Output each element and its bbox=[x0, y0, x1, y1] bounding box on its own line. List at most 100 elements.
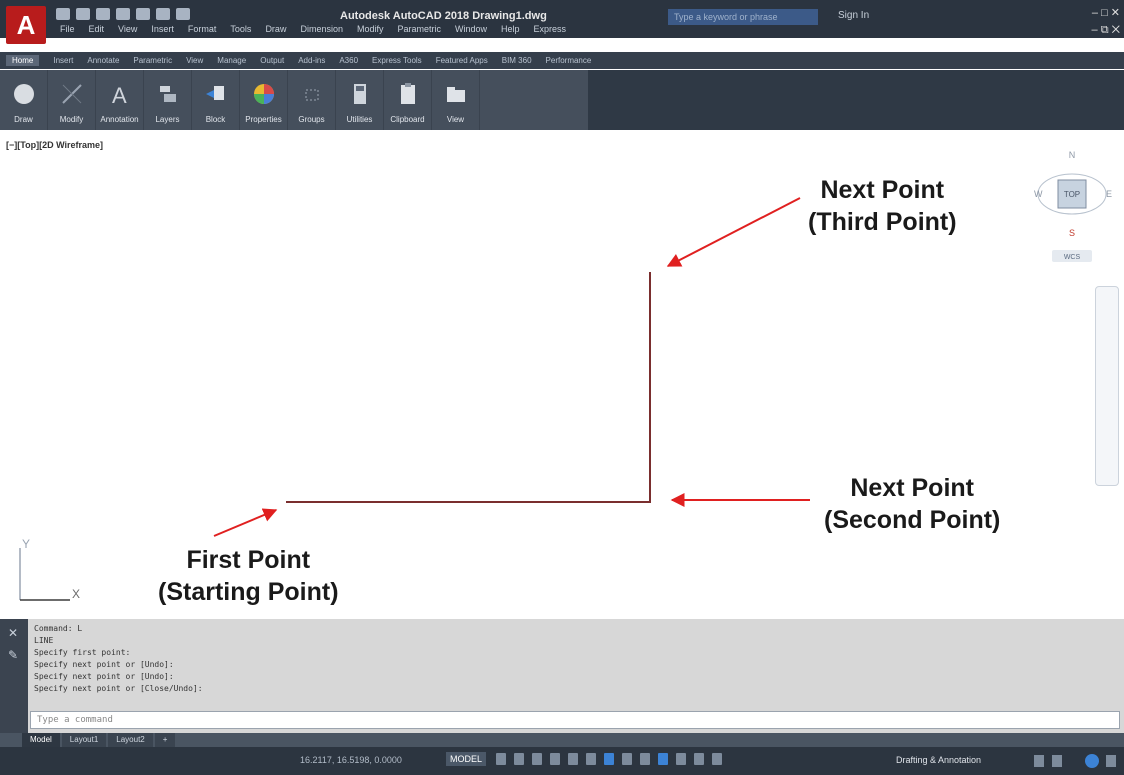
command-history-line: LINE bbox=[34, 636, 54, 645]
command-history-line: Specify next point or [Close/Undo]: bbox=[34, 684, 203, 693]
menu-dimension[interactable]: Dimension bbox=[300, 24, 343, 34]
tab-manage[interactable]: Manage bbox=[217, 56, 246, 65]
command-history-line: Command: L bbox=[34, 624, 83, 633]
menu-modify[interactable]: Modify bbox=[357, 24, 384, 34]
plot-icon[interactable] bbox=[136, 8, 150, 20]
annotation-scale-icon[interactable] bbox=[694, 753, 704, 765]
tab-bim-360[interactable]: BIM 360 bbox=[502, 56, 532, 65]
panel-label-layers: Layers bbox=[155, 115, 180, 124]
drawing-canvas[interactable]: [−][Top][2D Wireframe] N TOP W E S WCS Y… bbox=[0, 136, 1124, 616]
panel-label-modify: Modify bbox=[59, 115, 84, 124]
groups-icon bbox=[299, 81, 325, 107]
tab-a360[interactable]: A360 bbox=[339, 56, 358, 65]
ribbon-tab-bar: Home Insert Annotate Parametric View Man… bbox=[0, 52, 1124, 69]
ribbon-panel-properties[interactable]: Properties bbox=[240, 70, 288, 130]
command-line-handle[interactable]: ✕ ✎ bbox=[0, 619, 28, 733]
window-controls[interactable]: – □ ✕ bbox=[1092, 6, 1120, 19]
ribbon-panel-groups[interactable]: Groups bbox=[288, 70, 336, 130]
sign-in-button[interactable]: Sign In bbox=[838, 10, 869, 21]
wrench-icon: ✎ bbox=[8, 648, 18, 662]
command-history-line: Specify next point or [Undo]: bbox=[34, 660, 174, 669]
block-icon bbox=[203, 81, 229, 107]
menu-help[interactable]: Help bbox=[501, 24, 520, 34]
search-input[interactable]: Type a keyword or phrase bbox=[668, 9, 818, 25]
save-icon[interactable] bbox=[96, 8, 110, 20]
ortho-icon[interactable] bbox=[550, 753, 560, 765]
save-as-icon[interactable] bbox=[116, 8, 130, 20]
quick-access-toolbar bbox=[56, 8, 190, 20]
tab-express-tools[interactable]: Express Tools bbox=[372, 56, 422, 65]
callout-second-point-line2: (Second Point) bbox=[824, 506, 1001, 534]
menu-format[interactable]: Format bbox=[188, 24, 217, 34]
ribbon-panel-layers[interactable]: Layers bbox=[144, 70, 192, 130]
coordinate-readout[interactable]: 16.2117, 16.5198, 0.0000 bbox=[300, 755, 402, 765]
auto-scale-icon[interactable] bbox=[676, 753, 686, 765]
lineweight-icon[interactable] bbox=[640, 753, 650, 765]
tab-performance[interactable]: Performance bbox=[546, 56, 592, 65]
model-space-button[interactable]: MODEL bbox=[446, 752, 487, 766]
layers-icon bbox=[155, 81, 181, 107]
menu-file[interactable]: File bbox=[60, 24, 75, 34]
line-polyline bbox=[286, 272, 651, 503]
callout-third-point: Next Point (Third Point) bbox=[808, 174, 957, 238]
snap-icon[interactable] bbox=[514, 753, 524, 765]
polar-icon[interactable] bbox=[568, 753, 578, 765]
grid-icon[interactable] bbox=[496, 753, 506, 765]
menu-edit[interactable]: Edit bbox=[89, 24, 105, 34]
command-history: Command: L LINE Specify first point: Spe… bbox=[34, 623, 203, 695]
status-right-icons bbox=[1034, 754, 1116, 768]
tab-output[interactable]: Output bbox=[260, 56, 284, 65]
panel-label-utilities: Utilities bbox=[346, 115, 373, 124]
redo-icon[interactable] bbox=[176, 8, 190, 20]
object-snap-tracking-icon[interactable] bbox=[604, 753, 614, 765]
undo-icon[interactable] bbox=[156, 8, 170, 20]
command-line-window: ✕ ✎ Command: L LINE Specify first point: … bbox=[0, 619, 1124, 733]
tab-annotate[interactable]: Annotate bbox=[87, 56, 119, 65]
arrow-third-point bbox=[666, 197, 801, 267]
ribbon-panel-modify[interactable]: Modify bbox=[48, 70, 96, 130]
command-history-line: Specify first point: bbox=[34, 648, 131, 657]
tab-featured-apps[interactable]: Featured Apps bbox=[436, 56, 488, 65]
isodraft-icon[interactable] bbox=[586, 753, 596, 765]
tab-add-ins[interactable]: Add-ins bbox=[298, 56, 325, 65]
document-window-controls[interactable]: – ⧉ ✕ bbox=[1092, 24, 1120, 37]
ribbon-panel-view[interactable]: View bbox=[432, 70, 480, 130]
annotation-visibility-icon[interactable] bbox=[658, 753, 668, 765]
ribbon-panel-draw[interactable]: Draw bbox=[0, 70, 48, 130]
menu-view[interactable]: View bbox=[118, 24, 137, 34]
menu-draw[interactable]: Draw bbox=[265, 24, 286, 34]
open-file-icon[interactable] bbox=[76, 8, 90, 20]
tab-insert[interactable]: Insert bbox=[53, 56, 73, 65]
new-file-icon[interactable] bbox=[56, 8, 70, 20]
tab-model[interactable]: Model bbox=[22, 733, 60, 747]
panel-label-properties: Properties bbox=[245, 115, 282, 124]
ribbon-panel-annotation[interactable]: A Annotation bbox=[96, 70, 144, 130]
ucs-x-label: X bbox=[72, 587, 80, 601]
workspace-gear-icon[interactable] bbox=[712, 753, 722, 765]
menu-tools[interactable]: Tools bbox=[230, 24, 251, 34]
osnap-icon[interactable] bbox=[622, 753, 632, 765]
callout-first-point-line2: (Starting Point) bbox=[158, 578, 339, 606]
tab-parametric[interactable]: Parametric bbox=[133, 56, 172, 65]
ucs-y-label: Y bbox=[22, 537, 30, 551]
menu-insert[interactable]: Insert bbox=[151, 24, 174, 34]
tab-layout2[interactable]: Layout2 bbox=[108, 733, 153, 747]
infer-constraints-icon[interactable] bbox=[532, 753, 542, 765]
tab-layout1[interactable]: Layout1 bbox=[61, 733, 107, 747]
tab-home[interactable]: Home bbox=[6, 55, 40, 66]
menu-parametric[interactable]: Parametric bbox=[398, 24, 442, 34]
tab-view[interactable]: View bbox=[186, 56, 203, 65]
status-bar: 16.2117, 16.5198, 0.0000 MODEL Drafting … bbox=[0, 747, 1124, 775]
add-layout-button[interactable]: + bbox=[154, 733, 176, 747]
ribbon-panel-utilities[interactable]: Utilities bbox=[336, 70, 384, 130]
autocad-logo-button[interactable]: A bbox=[6, 6, 46, 44]
ribbon-panel-block[interactable]: Block bbox=[192, 70, 240, 130]
menu-window[interactable]: Window bbox=[455, 24, 487, 34]
clipboard-icon bbox=[395, 81, 421, 107]
annotation-icon: A bbox=[107, 81, 133, 107]
workspace-switcher[interactable]: Drafting & Annotation bbox=[896, 755, 981, 765]
menu-express[interactable]: Express bbox=[534, 24, 567, 34]
ribbon-panel-clipboard[interactable]: Clipboard bbox=[384, 70, 432, 130]
app-title: Autodesk AutoCAD 2018 Drawing1.dwg bbox=[340, 10, 547, 22]
command-input[interactable]: Type a command bbox=[30, 711, 1120, 729]
